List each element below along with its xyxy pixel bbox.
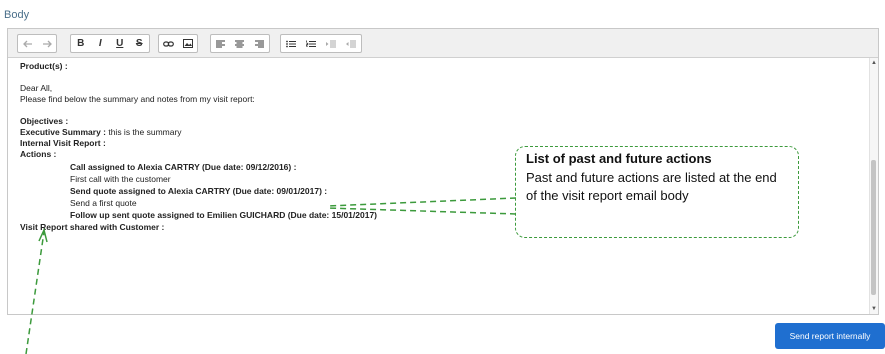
send-report-button[interactable]: Send report internally [775,323,885,349]
exec-summary-value: this is the summary [105,127,182,137]
action-title: Follow up sent quote assigned to Emilien… [70,210,377,220]
action-title: Call assigned to Alexia CARTRY (Due date… [70,162,297,172]
editor-toolbar: B I U S [8,29,878,58]
image-icon[interactable] [178,35,197,52]
alignment-group [210,34,270,53]
callout-title: List of past and future actions [526,151,712,166]
action-note: Send a first quote [70,198,137,208]
align-center-icon[interactable] [230,35,249,52]
action-title: Send quote assigned to Alexia CARTRY (Du… [70,186,328,196]
objectives-heading: Objectives : [20,116,69,126]
text-style-group: B I U S [70,34,150,53]
internal-report-heading: Internal Visit Report : [20,138,106,148]
exec-summary-label: Executive Summary : [20,127,106,137]
email-body-panel: Body B I U S Product(s): Dear All, Plea… [0,0,885,354]
history-group [17,34,57,53]
greeting-line: Dear All, [20,83,53,93]
link-icon[interactable] [159,35,178,52]
underline-button[interactable]: U [110,35,130,52]
indent-icon[interactable] [321,35,341,52]
actions-heading: Actions : [20,149,57,159]
scroll-up-icon[interactable]: ▲ [871,60,877,66]
italic-button[interactable]: I [91,35,111,52]
redo-icon[interactable] [37,35,56,52]
vertical-scrollbar[interactable]: ▲ ▼ [869,58,878,314]
action-note: First call with the customer [70,174,171,184]
shared-with-customer-line: Visit Report shared with Customer : [20,222,165,232]
align-left-icon[interactable] [211,35,230,52]
insert-group [158,34,198,53]
callout-body: Past and future actions are listed at th… [526,170,777,203]
scroll-down-icon[interactable]: ▼ [871,306,877,312]
annotation-callout: List of past and future actions Past and… [515,146,799,238]
bold-button[interactable]: B [71,35,91,52]
section-label: Body [4,9,30,21]
outdent-icon[interactable] [341,35,361,52]
products-heading: Product(s) : [20,61,68,71]
exec-summary-line: Executive Summary : this is the summary [20,127,182,137]
list-group [280,34,362,53]
numbered-list-icon[interactable] [301,35,321,52]
align-right-icon[interactable] [250,35,269,52]
bulleted-list-icon[interactable] [281,35,301,52]
intro-line: Please find below the summary and notes … [20,94,255,104]
scroll-thumb[interactable] [871,160,876,295]
strikethrough-button[interactable]: S [130,35,150,52]
undo-icon[interactable] [18,35,37,52]
